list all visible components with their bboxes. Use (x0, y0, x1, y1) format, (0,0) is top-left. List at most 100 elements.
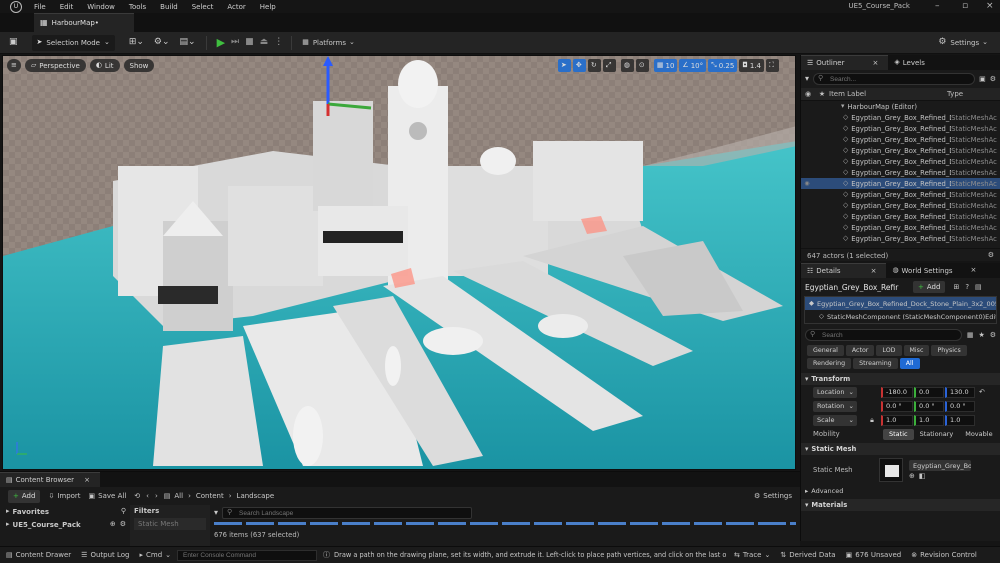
transform-section-header[interactable]: ▾ Transform (801, 373, 1000, 385)
cb-search-input[interactable] (222, 507, 473, 519)
filter-physics[interactable]: Physics (931, 345, 967, 356)
add-folder-icon[interactable]: ▣ (979, 75, 986, 83)
close-icon[interactable]: × (872, 59, 878, 67)
close-icon[interactable]: × (986, 1, 994, 11)
add-component-button[interactable]: + Add (913, 281, 946, 293)
outliner-row[interactable]: ◇ Egyptian_Grey_Box_Refined_D StaticMeshAc (801, 112, 1000, 123)
platforms-dropdown[interactable]: ▦ Platforms ⌄ (302, 39, 355, 47)
outliner-row[interactable]: ◇ Egyptian_Grey_Box_Refined_D StaticMeshAc (801, 145, 1000, 156)
filter-static-mesh[interactable]: Static Mesh (134, 518, 206, 530)
add-actor-icon[interactable]: ⊞⌄ (129, 38, 144, 47)
filter-general[interactable]: General (807, 345, 844, 356)
outliner-row[interactable]: ◇ Egyptian_Grey_Box_Refined_D StaticMeshAc (801, 200, 1000, 211)
cb-import-button[interactable]: ⇩ Import (48, 492, 80, 500)
cmd-dropdown[interactable]: ▸ Cmd ⌄ (140, 551, 172, 559)
view-options-icon[interactable]: ⚙ (988, 252, 994, 259)
tab-harbour-map[interactable]: ▦ HarbourMap• (34, 13, 134, 32)
location-y[interactable]: 0.0 (914, 386, 944, 398)
menu-edit[interactable]: Edit (60, 3, 74, 11)
scale-tool-button[interactable]: ⤢ (602, 59, 616, 72)
level-viewport[interactable]: ≡ ▱ Perspective ◐ Lit Show ➤ ✥ ↻ ⤢ ◍ ⊙ ▦… (2, 55, 796, 470)
breadcrumb-landscape[interactable]: Landscape (237, 492, 275, 500)
eject-icon[interactable]: ⏏ (260, 38, 269, 47)
eye-icon[interactable]: ◉ (801, 90, 815, 98)
outliner-row[interactable]: ◇ Egyptian_Grey_Box_Refined_D StaticMeshAc (801, 211, 1000, 222)
tab-levels[interactable]: ◈ Levels (888, 55, 935, 70)
menu-select[interactable]: Select (192, 3, 214, 11)
filter-actor[interactable]: Actor (845, 345, 875, 356)
history-icon[interactable]: ⟲ (134, 492, 140, 500)
rotation-snap-button[interactable]: ∠ 10° (679, 59, 707, 72)
scale-dropdown[interactable]: Scale ⌄ (813, 414, 857, 426)
project-root-row[interactable]: ▸ UE5_Course_Pack ⊕ ⚙ (6, 518, 130, 531)
visibility-eye-icon[interactable]: ◉ (801, 180, 813, 187)
filter-misc[interactable]: Misc (903, 345, 930, 356)
asset-thumbnail-strip[interactable] (214, 522, 796, 525)
actor-name[interactable]: Egyptian_Grey_Box_Refir (805, 283, 913, 292)
star-icon[interactable]: ★ (815, 90, 829, 98)
outliner-row[interactable]: ◇ Egyptian_Grey_Box_Refined_D StaticMeshAc (801, 167, 1000, 178)
filter-icon[interactable]: ▾ (805, 75, 809, 83)
outliner-row[interactable]: ◉ ◇ Egyptian_Grey_Box_Refined_D StaticMeshA… (801, 178, 1000, 189)
help-icon[interactable]: ? (965, 283, 969, 291)
advanced-row[interactable]: ▸ Advanced (801, 485, 1000, 497)
maximize-viewport-button[interactable]: ⛶ (766, 59, 779, 72)
select-tool-button[interactable]: ➤ (557, 59, 571, 72)
filter-rendering[interactable]: Rendering (807, 358, 852, 369)
outliner-row[interactable]: ◇ Egyptian_Grey_Box_Refined_D StaticMeshAc (801, 222, 1000, 233)
close-icon[interactable]: × (971, 267, 977, 274)
component-child-row[interactable]: ◇ StaticMeshComponent (StaticMeshCompone… (805, 310, 996, 323)
outliner-row[interactable]: ◇ Egyptian_Grey_Box_Refined_D StaticMeshAc (801, 233, 1000, 244)
maximize-icon[interactable]: ▫ (962, 1, 968, 11)
location-dropdown[interactable]: Location ⌄ (813, 386, 857, 398)
breadcrumb-all[interactable]: All (174, 492, 183, 500)
minimize-icon[interactable]: – (935, 1, 940, 11)
play-icon[interactable]: ▶ (217, 37, 225, 48)
filter-all[interactable]: All (899, 358, 920, 369)
cb-settings-button[interactable]: ⚙ Settings (754, 492, 792, 500)
save-icon[interactable]: ▣ (9, 38, 18, 47)
translate-tool-button[interactable]: ✥ (572, 59, 586, 72)
col-type[interactable]: Type (947, 90, 963, 98)
world-local-button[interactable]: ◍ (620, 59, 634, 72)
menu-file[interactable]: File (34, 3, 46, 11)
close-icon[interactable]: × (84, 476, 90, 484)
lock-icon[interactable]: 🔒︎ (865, 416, 879, 424)
blueprint-icon[interactable]: ⚙⌄ (154, 38, 170, 47)
show-button[interactable]: Show (123, 59, 155, 72)
settings-icon[interactable]: ⚙ (990, 331, 996, 339)
cb-add-button[interactable]: + Add (8, 489, 41, 503)
outliner-row[interactable]: ◇ Egyptian_Grey_Box_Refined_D StaticMeshAc (801, 123, 1000, 134)
search-icon[interactable]: ⚲ (121, 508, 126, 515)
grid-snap-button[interactable]: ▦ 10 (653, 59, 678, 72)
component-root-row[interactable]: ◆ Egyptian_Grey_Box_Refined_Dock_Stone_P… (805, 297, 996, 310)
menu-tools[interactable]: Tools (129, 3, 146, 11)
folder-icon[interactable]: ▤ (164, 492, 171, 500)
revision-control-button[interactable]: ⊗ Revision Control (911, 551, 977, 559)
content-drawer-button[interactable]: ▤ Content Drawer (6, 551, 71, 559)
cb-save-all-button[interactable]: ▣ Save All (89, 492, 127, 500)
close-icon[interactable]: × (871, 267, 877, 275)
materials-section-header[interactable]: ▾ Materials (801, 499, 1000, 511)
step-icon[interactable]: ⏭ (231, 38, 239, 47)
derived-data-button[interactable]: ⇅ Derived Data (780, 551, 835, 559)
perspective-button[interactable]: ▱ Perspective (24, 59, 86, 72)
unsaved-button[interactable]: ▣ 676 Unsaved (846, 551, 902, 559)
breadcrumb-content[interactable]: Content (196, 492, 224, 500)
tab-details[interactable]: ☷ Details × (801, 263, 887, 278)
lock-icon[interactable]: ▤ (975, 283, 982, 291)
filter-streaming[interactable]: Streaming (853, 358, 898, 369)
edit-button[interactable]: Edit (985, 313, 996, 321)
menu-window[interactable]: Window (87, 3, 115, 11)
lit-button[interactable]: ◐ Lit (89, 59, 120, 72)
rotate-tool-button[interactable]: ↻ (587, 59, 601, 72)
favorites-row[interactable]: ▸ Favorites ⚲ (6, 505, 130, 518)
forward-icon[interactable]: › (155, 492, 158, 500)
menu-actor[interactable]: Actor (227, 3, 245, 11)
scale-x[interactable]: 1.0 (881, 414, 913, 426)
scale-y[interactable]: 1.0 (914, 414, 944, 426)
filter-icon[interactable]: ▾ (214, 509, 218, 517)
tab-content-browser[interactable]: ▤ Content Browser × (0, 472, 100, 487)
static-mesh-section-header[interactable]: ▾ Static Mesh (801, 443, 1000, 455)
tab-world-settings[interactable]: ◍ World Settings × (886, 263, 986, 278)
